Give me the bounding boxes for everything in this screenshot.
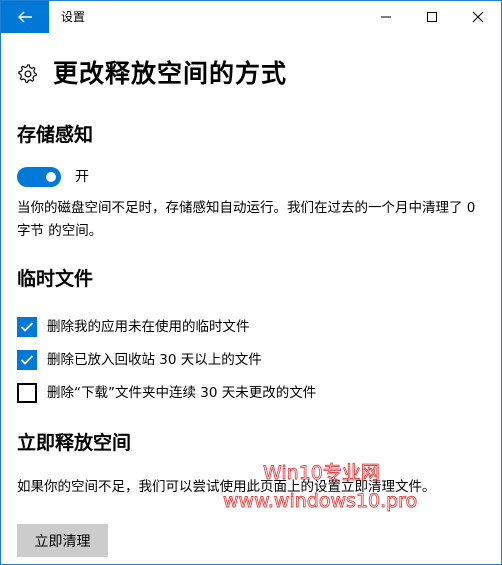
clean-now-button[interactable]: 立即清理 <box>17 524 108 557</box>
gear-icon <box>18 64 38 84</box>
option-label: 删除“下载”文件夹中连续 30 天未更改的文件 <box>47 385 317 401</box>
option-delete-downloads-files[interactable]: 删除“下载”文件夹中连续 30 天未更改的文件 <box>17 382 316 404</box>
checkbox-unchecked[interactable] <box>17 383 37 403</box>
window-title: 设置 <box>61 10 86 24</box>
checkmark-icon <box>20 355 34 365</box>
checkmark-icon <box>20 322 34 332</box>
checkbox-checked[interactable] <box>17 350 37 370</box>
temp-files-heading: 临时文件 <box>17 268 94 290</box>
storage-sense-toggle[interactable] <box>17 167 61 187</box>
close-button[interactable] <box>455 1 501 33</box>
back-arrow-icon <box>18 11 32 23</box>
maximize-button[interactable] <box>409 1 455 33</box>
storage-sense-toggle-row: 开 <box>17 166 89 188</box>
option-delete-recycle-bin-files[interactable]: 删除已放入回收站 30 天以上的文件 <box>17 349 262 371</box>
minimize-button[interactable] <box>363 1 409 33</box>
page-header: 更改释放空间的方式 <box>17 57 287 91</box>
close-icon <box>472 11 484 23</box>
settings-window: 设置 更改释放空间的方式 存储感知 开 当你的磁盘空间不足时，存储感知自动运行。… <box>0 0 502 565</box>
page-title: 更改释放空间的方式 <box>53 59 288 88</box>
toggle-state-label: 开 <box>75 169 89 185</box>
checkbox-checked[interactable] <box>17 317 37 337</box>
storage-sense-description: 当你的磁盘空间不足时，存储感知自动运行。我们在过去的一个月中清理了 0 字节 的… <box>17 200 476 239</box>
minimize-icon <box>381 16 391 18</box>
toggle-knob <box>46 172 56 182</box>
storage-sense-heading: 存储感知 <box>17 124 94 146</box>
option-label: 删除我的应用未在使用的临时文件 <box>47 319 250 335</box>
free-space-heading: 立即释放空间 <box>17 432 132 454</box>
option-delete-app-temp-files[interactable]: 删除我的应用未在使用的临时文件 <box>17 316 250 338</box>
maximize-icon <box>427 12 437 22</box>
free-space-description: 如果你的空间不足，我们可以尝试使用此页面上的设置立即清理文件。 <box>17 479 436 495</box>
title-bar: 设置 <box>1 1 501 33</box>
option-label: 删除已放入回收站 30 天以上的文件 <box>47 352 262 368</box>
back-button[interactable] <box>1 1 49 33</box>
